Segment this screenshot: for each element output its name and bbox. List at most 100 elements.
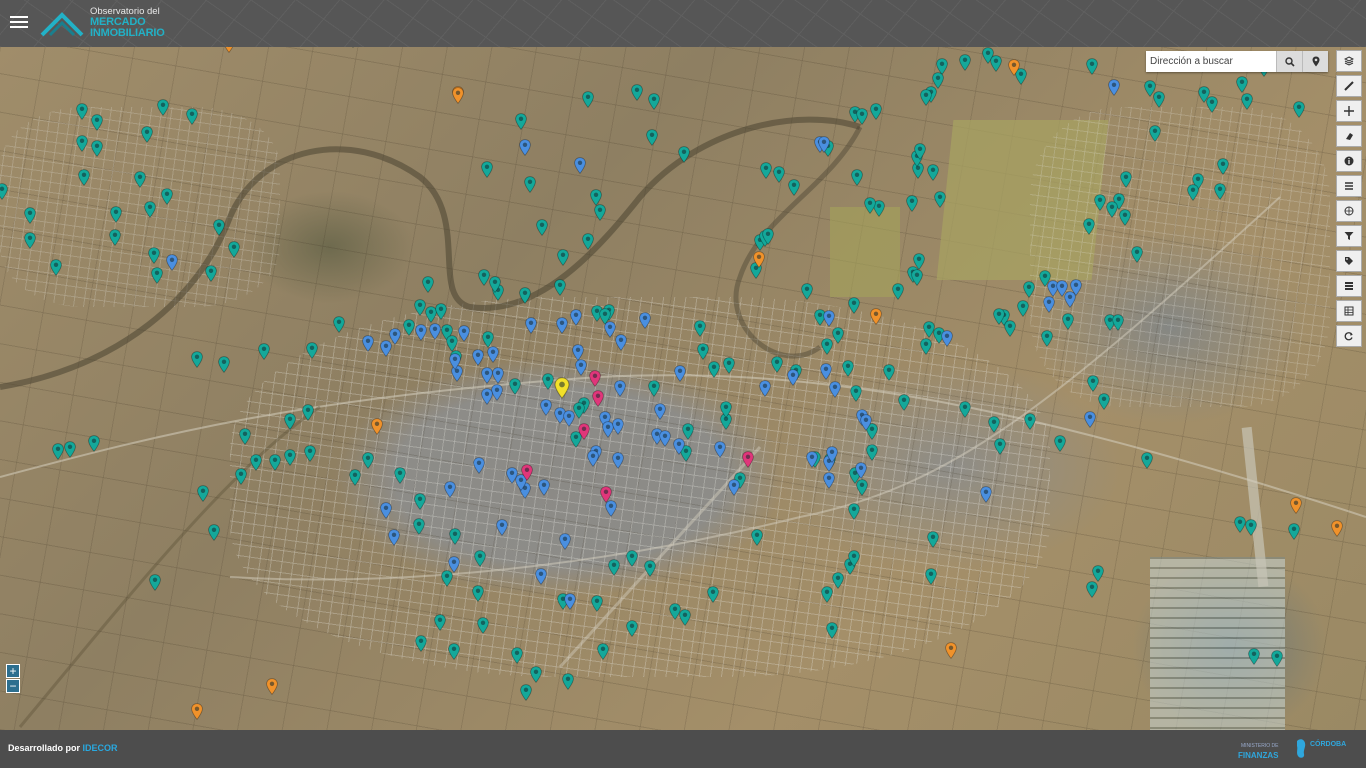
teal-property-marker[interactable] [892, 283, 904, 300]
teal-property-marker[interactable] [1149, 125, 1161, 142]
blue-property-marker[interactable] [823, 472, 835, 489]
teal-property-marker[interactable] [415, 635, 427, 652]
teal-property-marker[interactable] [148, 247, 160, 264]
teal-property-marker[interactable] [349, 469, 361, 486]
globe-icon[interactable] [1336, 200, 1362, 222]
teal-property-marker[interactable] [235, 468, 247, 485]
orange-property-marker[interactable] [945, 642, 957, 659]
orange-property-marker[interactable] [1290, 497, 1302, 514]
teal-property-marker[interactable] [856, 479, 868, 496]
teal-property-marker[interactable] [524, 176, 536, 193]
teal-property-marker[interactable] [218, 356, 230, 373]
teal-property-marker[interactable] [1092, 565, 1104, 582]
blue-property-marker[interactable] [860, 414, 872, 431]
teal-property-marker[interactable] [1004, 320, 1016, 337]
teal-property-marker[interactable] [50, 259, 62, 276]
teal-property-marker[interactable] [1041, 330, 1053, 347]
teal-property-marker[interactable] [78, 169, 90, 186]
blue-property-marker[interactable] [506, 467, 518, 484]
teal-property-marker[interactable] [932, 72, 944, 89]
teal-property-marker[interactable] [141, 126, 153, 143]
blue-property-marker[interactable] [525, 317, 537, 334]
teal-property-marker[interactable] [694, 320, 706, 337]
blue-property-marker[interactable] [449, 353, 461, 370]
teal-property-marker[interactable] [489, 276, 501, 293]
teal-property-marker[interactable] [1141, 452, 1153, 469]
teal-property-marker[interactable] [914, 143, 926, 160]
teal-property-marker[interactable] [1062, 313, 1074, 330]
blue-property-marker[interactable] [1108, 79, 1120, 96]
blue-property-marker[interactable] [980, 486, 992, 503]
pink-property-marker[interactable] [600, 486, 612, 503]
blue-property-marker[interactable] [570, 309, 582, 326]
teal-property-marker[interactable] [1153, 91, 1165, 108]
blue-property-marker[interactable] [612, 418, 624, 435]
blue-property-marker[interactable] [673, 438, 685, 455]
teal-property-marker[interactable] [832, 327, 844, 344]
teal-property-marker[interactable] [304, 445, 316, 462]
teal-property-marker[interactable] [697, 343, 709, 360]
teal-property-marker[interactable] [347, 47, 359, 48]
blue-property-marker[interactable] [540, 399, 552, 416]
move-icon[interactable] [1336, 100, 1362, 122]
blue-property-marker[interactable] [519, 139, 531, 156]
teal-property-marker[interactable] [0, 183, 8, 200]
teal-property-marker[interactable] [519, 287, 531, 304]
teal-property-marker[interactable] [1083, 218, 1095, 235]
teal-property-marker[interactable] [269, 454, 281, 471]
blue-property-marker[interactable] [481, 388, 493, 405]
teal-property-marker[interactable] [1054, 435, 1066, 452]
refresh-icon[interactable] [1336, 325, 1362, 347]
blue-property-marker[interactable] [487, 346, 499, 363]
teal-property-marker[interactable] [582, 91, 594, 108]
blue-property-marker[interactable] [473, 457, 485, 474]
teal-property-marker[interactable] [88, 435, 100, 452]
orange-property-marker[interactable] [452, 87, 464, 104]
blue-property-marker[interactable] [388, 529, 400, 546]
teal-property-marker[interactable] [530, 666, 542, 683]
teal-property-marker[interactable] [511, 647, 523, 664]
teal-property-marker[interactable] [477, 617, 489, 634]
teal-property-marker[interactable] [993, 308, 1005, 325]
blue-property-marker[interactable] [472, 349, 484, 366]
teal-property-marker[interactable] [414, 299, 426, 316]
teal-property-marker[interactable] [191, 351, 203, 368]
teal-property-marker[interactable] [1206, 96, 1218, 113]
teal-property-marker[interactable] [1086, 581, 1098, 598]
teal-property-marker[interactable] [832, 572, 844, 589]
blue-property-marker[interactable] [564, 593, 576, 610]
teal-property-marker[interactable] [864, 197, 876, 214]
teal-property-marker[interactable] [1245, 519, 1257, 536]
teal-property-marker[interactable] [197, 485, 209, 502]
pink-property-marker[interactable] [578, 423, 590, 440]
teal-property-marker[interactable] [1086, 58, 1098, 75]
blue-property-marker[interactable] [855, 462, 867, 479]
teal-property-marker[interactable] [648, 380, 660, 397]
teal-property-marker[interactable] [1214, 183, 1226, 200]
pink-property-marker[interactable] [592, 390, 604, 407]
teal-property-marker[interactable] [678, 146, 690, 163]
teal-property-marker[interactable] [594, 204, 606, 221]
teal-property-marker[interactable] [76, 103, 88, 120]
teal-property-marker[interactable] [762, 228, 774, 245]
teal-property-marker[interactable] [1131, 246, 1143, 263]
teal-property-marker[interactable] [821, 338, 833, 355]
orange-property-marker[interactable] [870, 308, 882, 325]
blue-property-marker[interactable] [535, 568, 547, 585]
teal-property-marker[interactable] [144, 201, 156, 218]
blue-property-marker[interactable] [458, 325, 470, 342]
blue-property-marker[interactable] [559, 533, 571, 550]
teal-property-marker[interactable] [911, 269, 923, 286]
teal-property-marker[interactable] [509, 378, 521, 395]
teal-property-marker[interactable] [646, 129, 658, 146]
teal-property-marker[interactable] [1112, 314, 1124, 331]
blue-property-marker[interactable] [820, 363, 832, 380]
teal-property-marker[interactable] [1017, 300, 1029, 317]
satellite-map[interactable] [0, 47, 1366, 730]
teal-property-marker[interactable] [1187, 184, 1199, 201]
orange-property-marker[interactable] [191, 703, 203, 720]
blue-property-marker[interactable] [492, 367, 504, 384]
teal-property-marker[interactable] [91, 114, 103, 131]
teal-property-marker[interactable] [157, 99, 169, 116]
info-icon[interactable] [1336, 150, 1362, 172]
